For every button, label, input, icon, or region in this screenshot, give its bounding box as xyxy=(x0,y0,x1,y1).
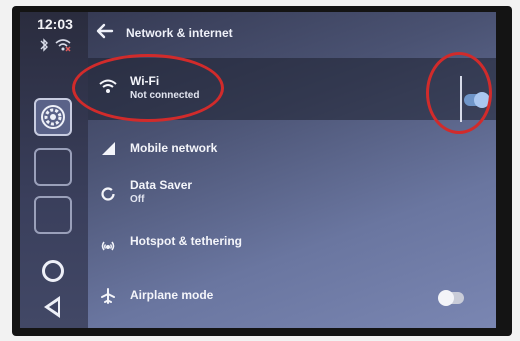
wifi-status: Not connected xyxy=(130,90,200,101)
status-icons xyxy=(30,38,80,55)
arrow-back-icon[interactable] xyxy=(94,20,116,42)
hotspot-label: Hotspot & tethering xyxy=(130,234,242,248)
airplane-mode-toggle[interactable] xyxy=(438,290,464,306)
home-icon[interactable] xyxy=(42,260,64,282)
page-title: Network & internet xyxy=(126,26,233,40)
signal-icon xyxy=(96,136,120,160)
side-rail: 12:03 xyxy=(20,12,88,328)
airplane-mode-label: Airplane mode xyxy=(130,288,214,302)
gear-icon xyxy=(41,105,65,129)
wifi-toggle[interactable] xyxy=(464,92,490,108)
airplane-toggle-knob xyxy=(438,290,454,306)
data-saver-label: Data Saver xyxy=(130,178,193,192)
header: Network & internet xyxy=(88,12,496,54)
wifi-toggle-knob xyxy=(474,92,490,108)
airplane-icon xyxy=(96,284,120,308)
settings-app-button[interactable] xyxy=(34,98,72,136)
data-saver-icon xyxy=(96,182,120,206)
mobile-network-label: Mobile network xyxy=(130,141,218,155)
hotspot-row[interactable]: Hotspot & tethering xyxy=(88,224,496,264)
data-saver-row[interactable]: Data Saver Off xyxy=(88,170,496,216)
bluetooth-icon xyxy=(39,38,49,55)
clock: 12:03 xyxy=(37,16,73,32)
wifi-icon xyxy=(96,74,120,98)
wifi-label: Wi-Fi xyxy=(130,74,160,88)
mobile-network-row[interactable]: Mobile network xyxy=(88,126,496,168)
wifi-setting-row[interactable]: Wi-Fi Not connected xyxy=(88,58,496,120)
app-slot-1-button[interactable] xyxy=(34,148,72,186)
data-saver-status: Off xyxy=(130,194,145,205)
wifi-off-icon xyxy=(55,38,71,55)
hotspot-icon xyxy=(96,234,120,258)
app-slot-2-button[interactable] xyxy=(34,196,72,234)
wifi-divider xyxy=(460,76,462,122)
back-nav-icon[interactable] xyxy=(44,296,60,318)
car-display: 12:03 Network & internet Wi-Fi Not conne… xyxy=(20,12,496,328)
airplane-mode-row[interactable]: Airplane mode xyxy=(88,276,496,316)
